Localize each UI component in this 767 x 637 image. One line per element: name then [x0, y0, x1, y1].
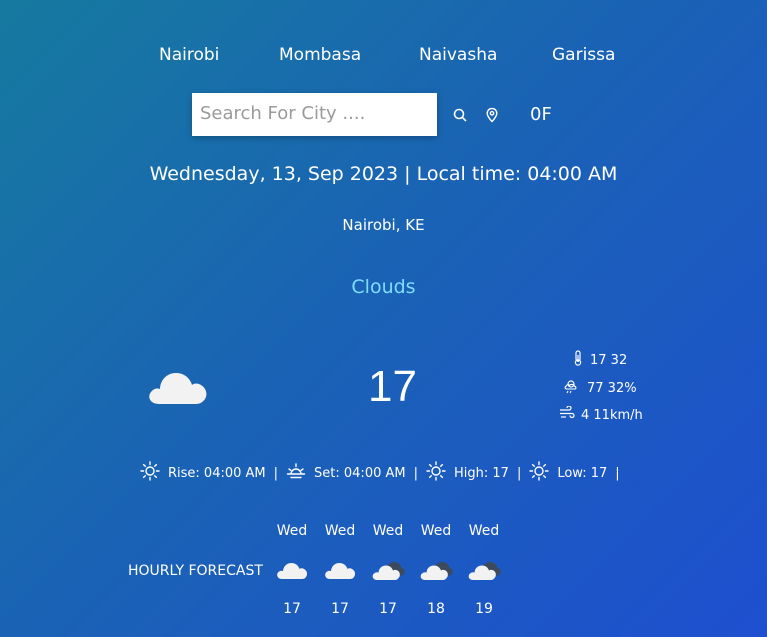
separator: |	[615, 465, 620, 481]
location-pin-icon[interactable]	[484, 107, 500, 123]
hour-temp: 17	[283, 601, 301, 617]
hourly-forecast-label: HOURLY FORECAST	[128, 563, 263, 579]
feels-like-value: 17 32	[590, 352, 628, 368]
separator: |	[273, 465, 279, 481]
hour-temp: 19	[475, 601, 493, 617]
hour-day: Wed	[372, 523, 404, 539]
current-temperature: 17	[368, 362, 417, 411]
cloud-icon	[145, 362, 211, 412]
sunset-icon	[286, 461, 306, 485]
search-icon[interactable]	[452, 107, 468, 123]
hour-day: Wed	[468, 523, 500, 539]
humidity-row: 77 32%	[563, 378, 637, 398]
cloud-icon	[275, 557, 309, 583]
sun-icon	[426, 461, 446, 485]
wind-row: 4 11km/h	[559, 405, 643, 424]
wind-icon	[559, 405, 575, 424]
high-item: High: 17	[426, 461, 509, 485]
sun-icon	[529, 461, 550, 485]
hour-day: Wed	[420, 523, 452, 539]
sunrise-item: Rise: 04:00 AM	[140, 461, 266, 485]
unit-toggle[interactable]: 0F	[530, 104, 552, 125]
thermometer-icon	[572, 350, 584, 370]
sunset-label: Set: 04:00 AM	[314, 465, 406, 481]
city-link-nairobi[interactable]: Nairobi	[159, 45, 219, 65]
high-label: High: 17	[454, 465, 509, 481]
broken-clouds-icon	[467, 557, 501, 583]
hour-temp: 17	[379, 601, 397, 617]
sun-icon	[140, 461, 160, 485]
wind-value: 4 11km/h	[581, 407, 643, 423]
humidity-value: 77 32%	[587, 380, 637, 396]
low-label: Low: 17	[557, 465, 608, 481]
humidity-icon	[563, 378, 581, 398]
sunset-item: Set: 04:00 AM	[286, 461, 406, 485]
city-link-garissa[interactable]: Garissa	[552, 45, 615, 65]
separator: |	[413, 465, 418, 481]
city-nav: Nairobi Mombasa Naivasha Garissa	[0, 45, 767, 67]
date-time: Wednesday, 13, Sep 2023 | Local time: 04…	[149, 163, 618, 185]
city-link-naivasha[interactable]: Naivasha	[419, 45, 497, 65]
location-label: Nairobi, KE	[342, 216, 425, 234]
search-container	[192, 93, 438, 136]
low-item: Low: 17	[529, 461, 607, 485]
hour-day: Wed	[324, 523, 356, 539]
sun-info-row: Rise: 04:00 AM | Set: 04:00 AM | High: 1…	[140, 461, 628, 485]
sunrise-label: Rise: 04:00 AM	[168, 465, 266, 481]
hour-temp: 18	[427, 601, 445, 617]
city-link-mombasa[interactable]: Mombasa	[279, 45, 361, 65]
search-input[interactable]	[192, 93, 438, 134]
broken-clouds-icon	[371, 557, 405, 583]
broken-clouds-icon	[419, 557, 453, 583]
separator: |	[516, 465, 522, 481]
weather-condition: Clouds	[351, 276, 416, 298]
feels-like-row: 17 32	[572, 350, 627, 370]
hour-day: Wed	[276, 523, 308, 539]
cloud-icon	[323, 557, 357, 583]
hour-temp: 17	[331, 601, 349, 617]
